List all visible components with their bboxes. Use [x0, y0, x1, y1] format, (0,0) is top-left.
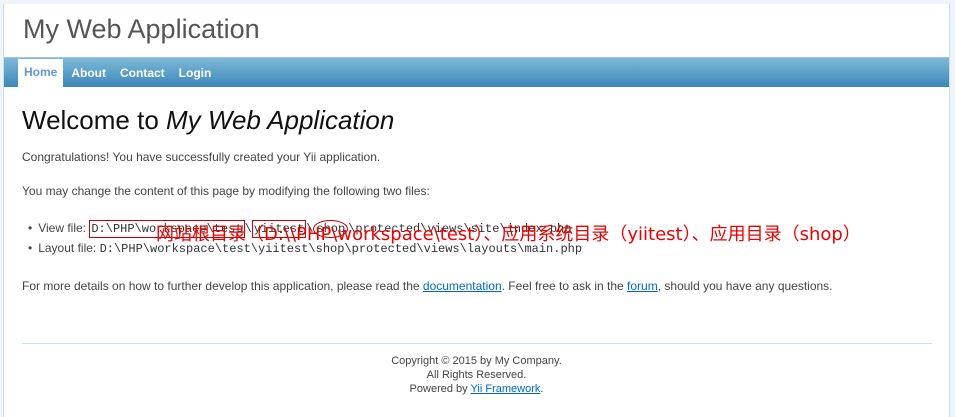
details-middle: . Feel free to ask in the	[501, 279, 628, 293]
footer-rights: All Rights Reserved.	[426, 369, 527, 381]
powered-prefix: Powered by	[409, 383, 471, 395]
title-app-name: My Web Application	[166, 105, 395, 135]
page-title: Welcome to My Web Application	[22, 105, 932, 136]
forum-link[interactable]: forum	[627, 279, 658, 293]
powered-suffix: .	[540, 383, 544, 395]
yii-framework-link[interactable]: Yii Framework	[471, 383, 541, 395]
menu-link-contact[interactable]: Contact	[114, 62, 171, 84]
menu-link-login[interactable]: Login	[173, 62, 218, 84]
annotation-note: 网站根目录（D:\\PHP\workspace\test）、应用系统目录（yii…	[156, 224, 861, 245]
menu-item-home: Home	[18, 58, 64, 87]
header: My Web Application	[4, 4, 949, 57]
site-logo: My Web Application	[23, 14, 260, 44]
menu-item-contact: Contact	[114, 62, 171, 84]
view-file-label: View file:	[38, 221, 90, 235]
title-prefix: Welcome to	[22, 105, 167, 135]
menu-list: Home About Contact Login	[4, 58, 949, 87]
footer-copyright: Copyright © 2015 by My Company.	[391, 355, 562, 367]
details-text: For more details on how to further devel…	[22, 279, 833, 293]
change-instructions: You may change the content of this page …	[22, 184, 430, 198]
documentation-link[interactable]: documentation	[423, 279, 502, 293]
menu-item-about: About	[65, 62, 112, 84]
menu-link-about[interactable]: About	[65, 62, 112, 84]
main-content: Welcome to My Web Application Congratula…	[22, 87, 932, 293]
footer-divider	[22, 343, 932, 344]
layout-file-label: Layout file:	[38, 241, 100, 255]
details-after: , should you have any questions.	[657, 279, 833, 293]
footer-powered: Powered by Yii Framework.	[4, 382, 949, 396]
details-before: For more details on how to further devel…	[22, 279, 423, 293]
congrats-text: Congratulations! You have successfully c…	[22, 150, 381, 164]
main-menu: Home About Contact Login	[4, 57, 949, 87]
menu-link-home[interactable]: Home	[18, 58, 64, 87]
menu-item-login: Login	[173, 62, 218, 84]
page-container: My Web Application Home About Contact Lo…	[3, 4, 950, 417]
footer: Copyright © 2015 by My Company. All Righ…	[4, 354, 949, 396]
